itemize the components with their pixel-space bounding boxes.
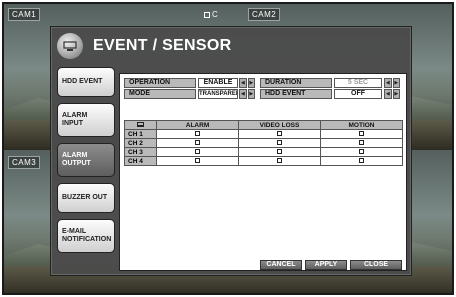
table-row: CH 4 — [124, 156, 403, 166]
motion-cell — [320, 129, 403, 139]
sensor-settings-icon — [57, 33, 83, 59]
alarm-checkbox[interactable] — [195, 140, 200, 146]
mode-stepper[interactable]: ◀ ▶ — [239, 89, 255, 99]
sidebar-item-hdd-event[interactable]: HDD EVENT — [57, 67, 115, 97]
sidebar: HDD EVENT ALARM INPUT ALARM OUTPUT BUZZE… — [57, 67, 115, 259]
video-loss-checkbox[interactable] — [277, 140, 282, 146]
hdd-event-label: HDD EVENT — [260, 89, 332, 99]
event-sensor-dialog: EVENT / SENSOR HDD EVENT ALARM INPUT ALA… — [50, 26, 412, 276]
motion-cell — [320, 156, 403, 166]
channel-label: CH 4 — [124, 156, 157, 166]
sidebar-item-alarm-input[interactable]: ALARM INPUT — [57, 103, 115, 137]
operation-value[interactable]: ENABLE — [198, 78, 238, 88]
apply-button[interactable]: APPLY — [305, 260, 347, 270]
operation-stepper[interactable]: ◀ ▶ — [239, 78, 255, 88]
video-loss-cell — [238, 138, 321, 148]
record-status: C — [204, 10, 218, 19]
monitor-icon-header — [124, 120, 157, 130]
hdd-event-stepper[interactable]: ◀ ▶ — [384, 89, 400, 99]
video-loss-cell — [238, 147, 321, 157]
camera-multiview: CAM1 CAM2 CAM3 C EVENT / SENSOR HDD EVEN… — [2, 2, 454, 295]
close-button[interactable]: CLOSE — [350, 260, 402, 270]
dialog-title: EVENT / SENSOR — [93, 37, 232, 54]
camera-label-3: CAM3 — [8, 156, 41, 169]
column-header-video-loss: VIDEO LOSS — [238, 120, 321, 130]
alarm-checkbox[interactable] — [195, 158, 200, 164]
duration-label: DURATION — [260, 78, 332, 88]
video-loss-cell — [238, 129, 321, 139]
settings-panel: OPERATION ENABLE ◀ ▶ DURATION 5 SEC ◀ ▶ MO… — [119, 73, 407, 271]
alarm-output-table: ALARM VIDEO LOSS MOTION CH 1 CH 2 CH 3 C… — [124, 120, 403, 166]
alarm-cell — [156, 156, 239, 166]
table-row: CH 1 — [124, 129, 403, 139]
column-header-motion: MOTION — [320, 120, 403, 130]
motion-cell — [320, 138, 403, 148]
left-arrow-icon[interactable]: ◀ — [239, 78, 247, 88]
sidebar-item-label: BUZZER OUT — [62, 193, 108, 201]
sidebar-item-buzzer-out[interactable]: BUZZER OUT — [57, 183, 115, 213]
mode-label: MODE — [124, 89, 196, 99]
motion-checkbox[interactable] — [359, 140, 364, 146]
sidebar-item-alarm-output[interactable]: ALARM OUTPUT — [57, 143, 115, 177]
channel-label: CH 3 — [124, 147, 157, 157]
motion-checkbox[interactable] — [359, 149, 364, 155]
mode-value[interactable]: TRANSPARENT — [198, 89, 238, 99]
camera-label-1: CAM1 — [8, 8, 41, 21]
operation-label: OPERATION — [124, 78, 196, 88]
alarm-checkbox[interactable] — [195, 131, 200, 137]
alarm-cell — [156, 138, 239, 148]
sidebar-item-label: HDD EVENT — [62, 77, 103, 85]
video-loss-cell — [238, 156, 321, 166]
column-header-alarm: ALARM — [156, 120, 239, 130]
sidebar-item-email-notification[interactable]: E-MAIL NOTIFICATION — [57, 219, 115, 253]
sidebar-item-label: E-MAIL NOTIFICATION — [62, 227, 112, 243]
camera-label-2: CAM2 — [248, 8, 281, 21]
channel-label: CH 1 — [124, 129, 157, 139]
sidebar-item-label: ALARM INPUT — [62, 111, 88, 127]
alarm-checkbox[interactable] — [195, 149, 200, 155]
record-square-icon — [204, 11, 210, 18]
table-row: CH 2 — [124, 138, 403, 148]
hdd-event-value[interactable]: OFF — [334, 89, 382, 99]
channel-label: CH 2 — [124, 138, 157, 148]
table-row: CH 3 — [124, 147, 403, 157]
record-status-label: C — [212, 10, 218, 19]
motion-cell — [320, 147, 403, 157]
right-arrow-icon[interactable]: ▶ — [392, 89, 400, 99]
right-arrow-icon[interactable]: ▶ — [247, 78, 255, 88]
alarm-cell — [156, 129, 239, 139]
left-arrow-icon[interactable]: ◀ — [384, 89, 392, 99]
motion-checkbox[interactable] — [359, 158, 364, 164]
left-arrow-icon[interactable]: ◀ — [239, 89, 247, 99]
cancel-button[interactable]: CANCEL — [260, 260, 302, 270]
table-header-row: ALARM VIDEO LOSS MOTION — [124, 120, 403, 130]
duration-value[interactable]: 5 SEC — [334, 78, 382, 88]
right-arrow-icon[interactable]: ▶ — [392, 78, 400, 88]
left-arrow-icon[interactable]: ◀ — [384, 78, 392, 88]
motion-checkbox[interactable] — [359, 131, 364, 137]
monitor-icon — [137, 122, 144, 128]
video-loss-checkbox[interactable] — [277, 149, 282, 155]
video-loss-checkbox[interactable] — [277, 131, 282, 137]
video-loss-checkbox[interactable] — [277, 158, 282, 164]
dialog-header: EVENT / SENSOR — [57, 31, 231, 61]
duration-stepper[interactable]: ◀ ▶ — [384, 78, 400, 88]
sidebar-item-label: ALARM OUTPUT — [62, 151, 91, 167]
alarm-cell — [156, 147, 239, 157]
right-arrow-icon[interactable]: ▶ — [247, 89, 255, 99]
